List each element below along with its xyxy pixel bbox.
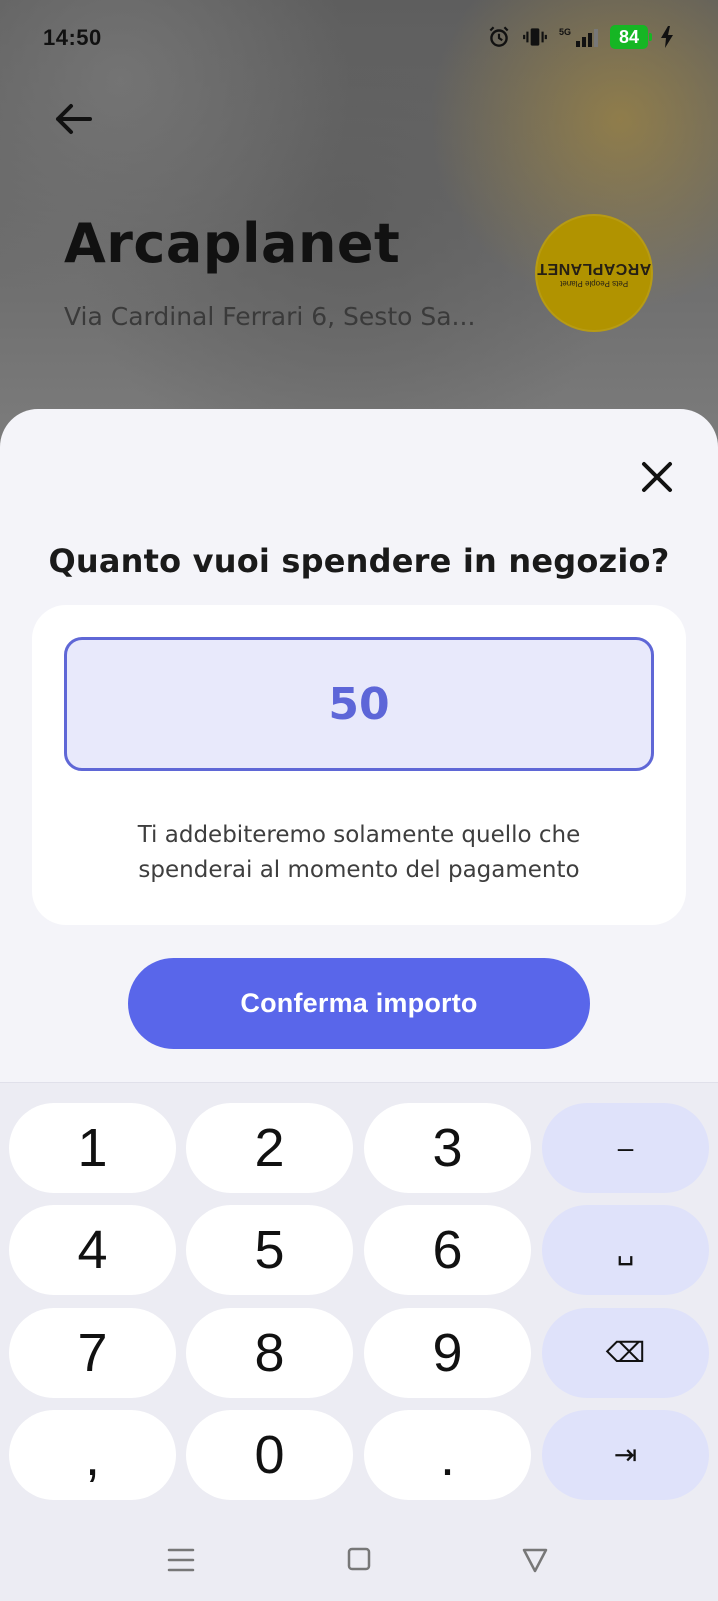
- battery-level: 84: [610, 25, 652, 49]
- amount-question: Quanto vuoi spendere in negozio?: [48, 542, 670, 580]
- charge-notice: Ti addebiteremo solamente quello che spe…: [137, 822, 581, 883]
- back-arrow-icon: [48, 94, 98, 144]
- space-key[interactable]: ␣: [542, 1205, 709, 1295]
- logo-title: ARCAPLANET: [536, 259, 652, 277]
- status-bar: 14:50 5G 84: [0, 0, 718, 84]
- key-5[interactable]: 5: [186, 1205, 353, 1295]
- signal-icon: 5G: [558, 24, 600, 50]
- store-logo: Pets People Planet ARCAPLANET: [535, 214, 653, 332]
- store-name: Arcaplanet: [64, 212, 401, 275]
- back-navigation-icon[interactable]: [515, 1540, 555, 1580]
- key-3[interactable]: 3: [364, 1103, 531, 1193]
- logo-content: Pets People Planet ARCAPLANET: [536, 259, 652, 289]
- close-icon: [638, 458, 676, 496]
- recent-apps-icon[interactable]: [161, 1540, 201, 1580]
- key-9[interactable]: 9: [364, 1308, 531, 1398]
- key-8[interactable]: 8: [186, 1308, 353, 1398]
- battery-indicator: 84: [610, 25, 652, 49]
- key-1[interactable]: 1: [9, 1103, 176, 1193]
- logo-tagline: Pets People Planet: [559, 279, 629, 289]
- vibrate-icon: [522, 24, 548, 50]
- alarm-icon: [486, 24, 512, 50]
- key-minus[interactable]: –: [542, 1103, 709, 1193]
- key-dot[interactable]: .: [364, 1410, 531, 1500]
- status-time: 14:50: [43, 25, 102, 50]
- status-icons: 5G 84: [486, 24, 676, 50]
- key-6[interactable]: 6: [364, 1205, 531, 1295]
- charging-icon: [658, 24, 676, 50]
- store-address: Via Cardinal Ferrari 6, Sesto Sa...: [64, 302, 476, 331]
- key-2[interactable]: 2: [186, 1103, 353, 1193]
- confirm-amount-button[interactable]: Conferma importo: [128, 958, 590, 1049]
- backspace-key[interactable]: ⌫: [542, 1308, 709, 1398]
- tab-key[interactable]: ⇥: [542, 1410, 709, 1500]
- key-comma[interactable]: ,: [9, 1410, 176, 1500]
- home-icon[interactable]: [339, 1540, 379, 1580]
- key-7[interactable]: 7: [9, 1308, 176, 1398]
- amount-input[interactable]: 50: [64, 637, 654, 771]
- close-button[interactable]: [632, 452, 682, 502]
- network-label: 5G: [559, 27, 571, 37]
- key-0[interactable]: 0: [186, 1410, 353, 1500]
- key-4[interactable]: 4: [9, 1205, 176, 1295]
- back-button[interactable]: [44, 90, 102, 148]
